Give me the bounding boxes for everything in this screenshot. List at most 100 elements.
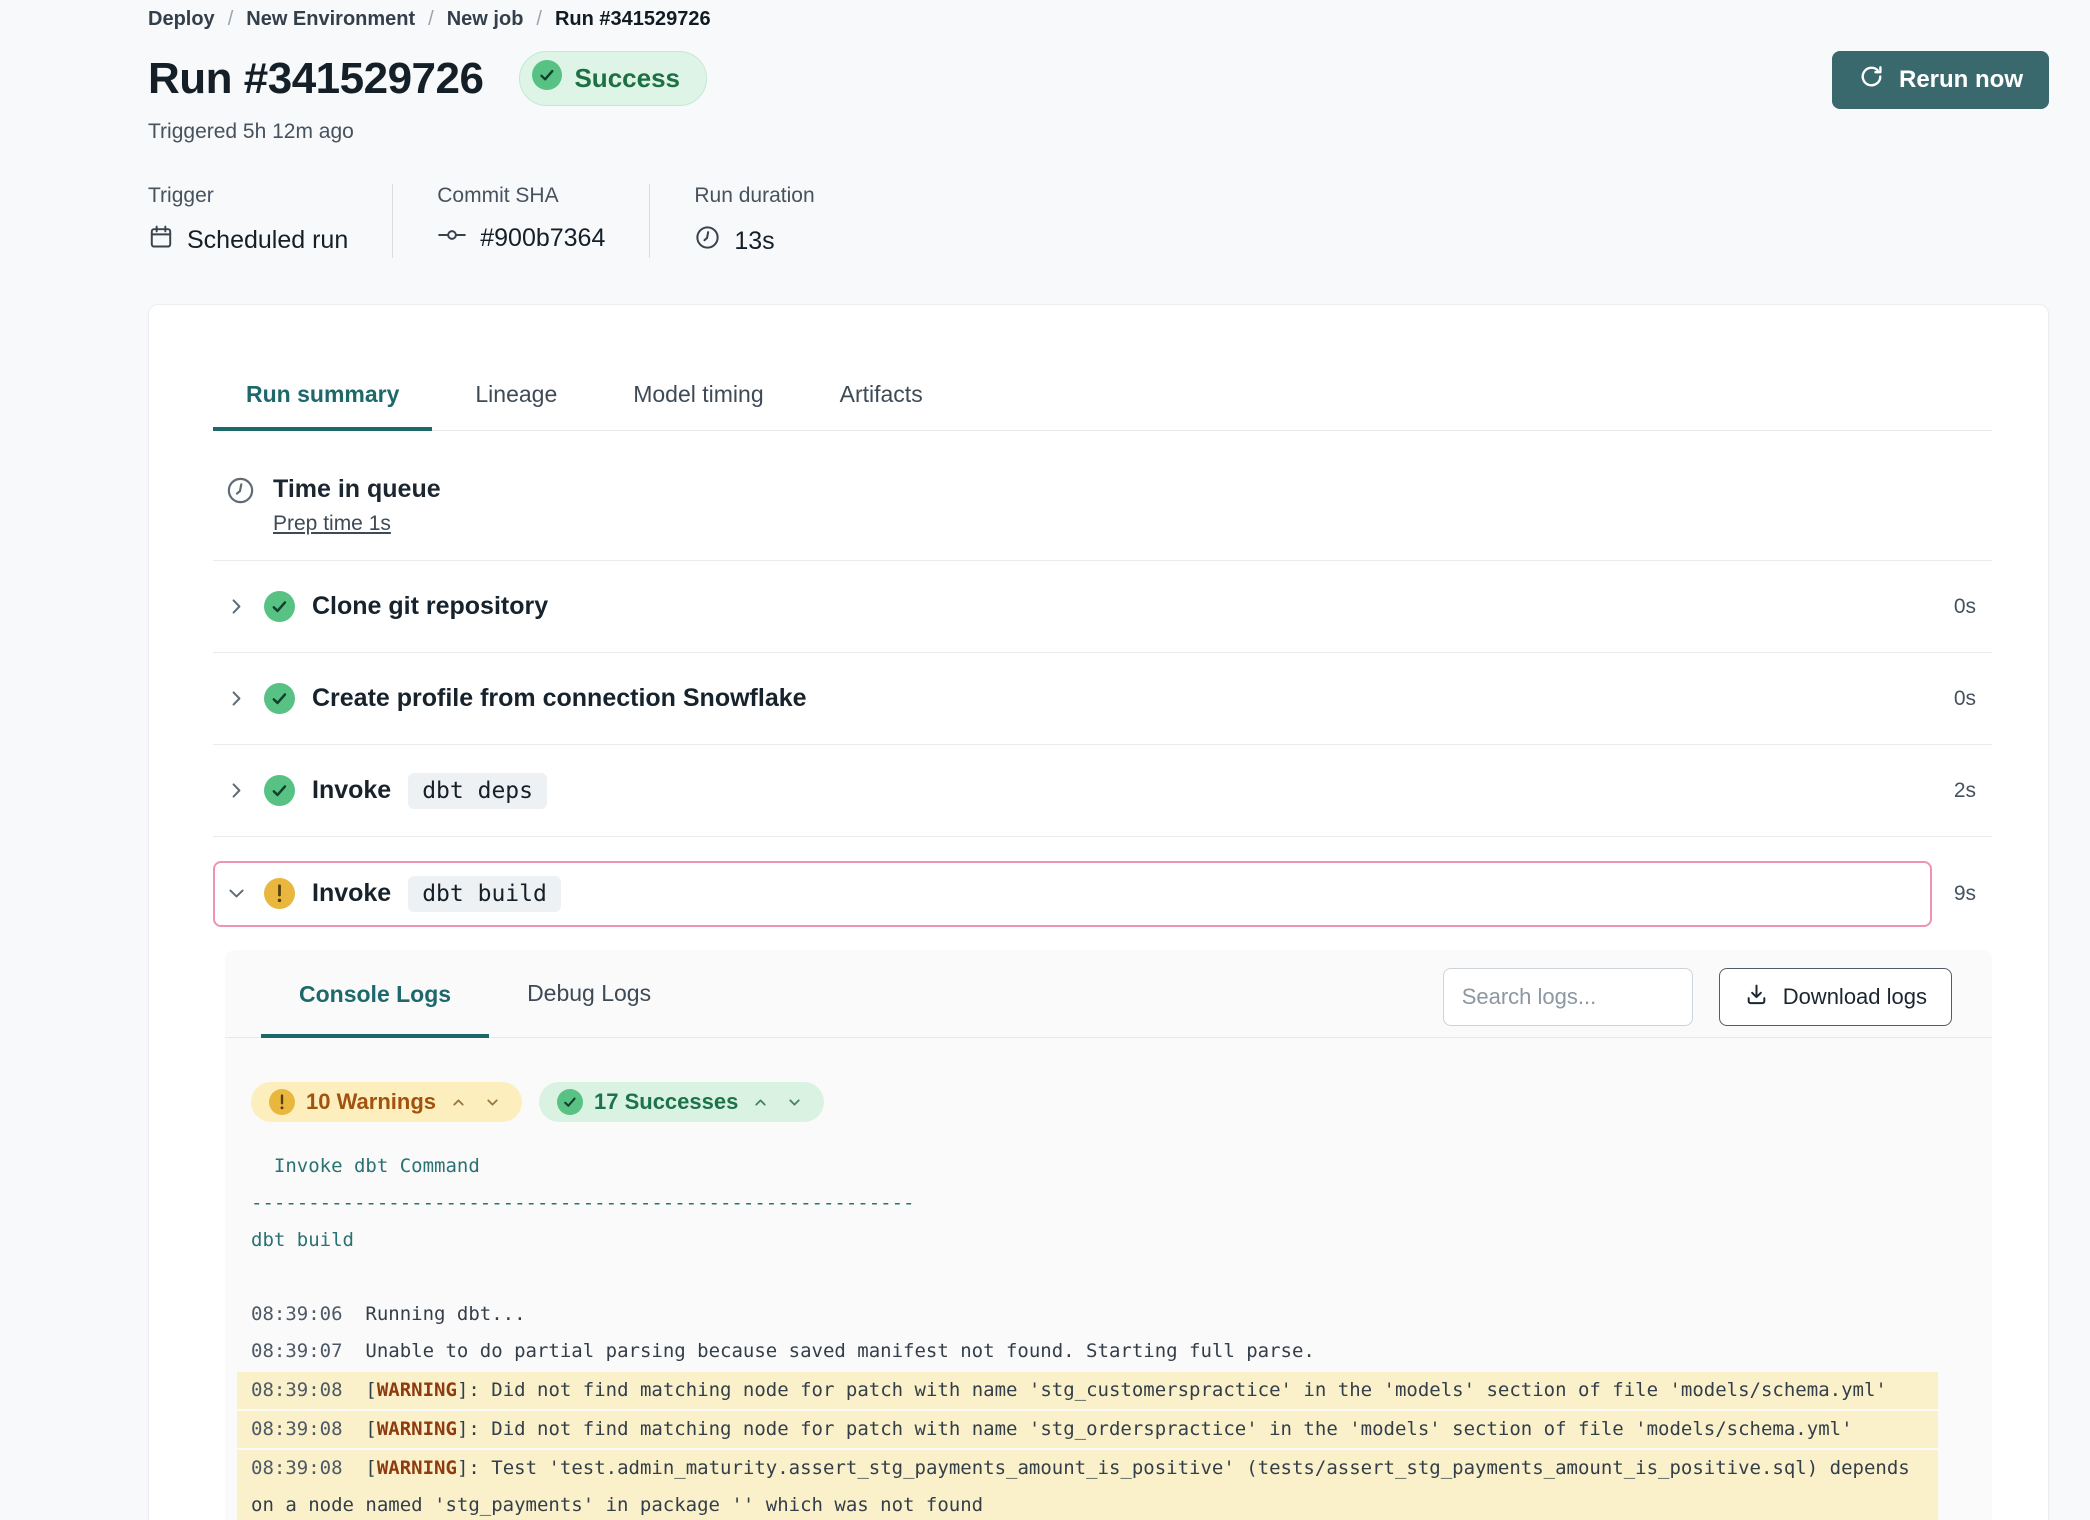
log-line: 08:39:08 [WARNING]: Test 'test.admin_mat… bbox=[237, 1450, 1938, 1520]
step-duration: 9s bbox=[1932, 882, 1992, 906]
step-main: Create profile from connection Snowflake bbox=[225, 683, 1932, 714]
download-logs-button[interactable]: Download logs bbox=[1719, 968, 1952, 1026]
log-timestamp: 08:39:06 bbox=[251, 1303, 343, 1325]
console-panel: Console LogsDebug Logs Download logs bbox=[225, 950, 1992, 1520]
step-duration: 0s bbox=[1932, 687, 1992, 711]
status-badge: Success bbox=[519, 51, 707, 106]
breadcrumb-separator: / bbox=[536, 8, 542, 31]
queue-text: Time in queue Prep time 1s bbox=[273, 475, 441, 536]
log-output: Invoke dbt Command----------------------… bbox=[225, 1148, 1992, 1520]
breadcrumb-separator: / bbox=[228, 8, 234, 31]
step-row-create-profile-from-connection-snowflake[interactable]: Create profile from connection Snowflake… bbox=[213, 652, 1992, 744]
download-icon bbox=[1744, 982, 1769, 1013]
log-line: ----------------------------------------… bbox=[237, 1185, 1938, 1222]
breadcrumb: Deploy/New Environment/New job/Run #3415… bbox=[148, 8, 2049, 31]
breadcrumb-item-new-environment[interactable]: New Environment bbox=[246, 8, 415, 31]
warnings-badge[interactable]: 10 Warnings bbox=[251, 1082, 522, 1122]
page-title: Run #341529726 bbox=[148, 52, 483, 106]
log-line: dbt build bbox=[237, 1222, 1938, 1259]
main-tabs: Run summaryLineageModel timingArtifacts bbox=[213, 305, 1992, 431]
step-command: dbt deps bbox=[408, 773, 547, 809]
step-label: Clone git repository bbox=[312, 592, 548, 621]
meta-label: Commit SHA bbox=[437, 184, 605, 208]
step-row-invoke-dbt-deps[interactable]: Invokedbt deps2s bbox=[213, 744, 1992, 836]
step-label: Invoke bbox=[312, 776, 391, 805]
steps-list: Clone git repository0sCreate profile fro… bbox=[213, 560, 1992, 950]
chevron-up-icon[interactable] bbox=[749, 1094, 772, 1111]
chevron-up-icon[interactable] bbox=[447, 1094, 470, 1111]
console-tabs: Console LogsDebug Logs bbox=[261, 950, 689, 1037]
search-logs-input[interactable] bbox=[1443, 968, 1693, 1026]
meta-commit: Commit SHA #900b7364 bbox=[437, 184, 650, 258]
download-logs-label: Download logs bbox=[1783, 984, 1927, 1010]
chevron-right-icon[interactable] bbox=[225, 688, 247, 709]
meta-value: Scheduled run bbox=[148, 224, 348, 257]
clock-icon bbox=[694, 224, 721, 258]
run-summary-card: Run summaryLineageModel timingArtifacts … bbox=[148, 304, 2049, 1520]
warnings-count: 10 Warnings bbox=[306, 1089, 436, 1115]
log-timestamp: 08:39:08 bbox=[251, 1457, 343, 1479]
tab-lineage[interactable]: Lineage bbox=[442, 381, 590, 430]
step-row-invoke-dbt-build[interactable]: Invoke dbt build 9s bbox=[213, 836, 1992, 950]
step-main: Invoke dbt deps bbox=[225, 773, 1932, 809]
log-timestamp: 08:39:08 bbox=[251, 1418, 343, 1440]
step-label: Invoke bbox=[312, 879, 391, 908]
meta-value: 13s bbox=[694, 224, 814, 258]
run-detail-page: Deploy/New Environment/New job/Run #3415… bbox=[0, 0, 2090, 1520]
warning-icon bbox=[269, 1089, 295, 1115]
rerun-now-label: Rerun now bbox=[1899, 66, 2023, 94]
chevron-right-icon[interactable] bbox=[225, 596, 247, 617]
time-in-queue: Time in queue Prep time 1s bbox=[213, 431, 1992, 560]
tab-artifacts[interactable]: Artifacts bbox=[807, 381, 956, 430]
tab-model-timing[interactable]: Model timing bbox=[600, 381, 796, 430]
success-check-icon bbox=[557, 1089, 583, 1115]
status-badge-label: Success bbox=[574, 63, 680, 94]
chevron-right-icon[interactable] bbox=[225, 780, 247, 801]
step-label: Create profile from connection Snowflake bbox=[312, 684, 807, 713]
rerun-now-button[interactable]: Rerun now bbox=[1832, 51, 2049, 109]
step-row-clone-git-repository[interactable]: Clone git repository 0s bbox=[213, 560, 1992, 652]
prep-time-link[interactable]: Prep time 1s bbox=[273, 512, 391, 536]
meta-label: Run duration bbox=[694, 184, 814, 208]
step-main: Invoke dbt build bbox=[213, 861, 1932, 927]
success-check-icon bbox=[264, 683, 295, 714]
success-check-icon bbox=[264, 775, 295, 806]
warning-icon bbox=[264, 878, 295, 909]
successes-count: 17 Successes bbox=[594, 1089, 738, 1115]
breadcrumb-item-deploy[interactable]: Deploy bbox=[148, 8, 215, 31]
breadcrumb-item-run-341529726: Run #341529726 bbox=[555, 8, 711, 31]
log-line: 08:39:06 Running dbt... bbox=[237, 1296, 1938, 1333]
success-check-icon bbox=[532, 60, 562, 97]
commit-icon bbox=[437, 224, 467, 253]
tab-run-summary[interactable]: Run summary bbox=[213, 381, 432, 431]
header-left: Run #341529726 Success Triggered 5h 12m … bbox=[148, 51, 707, 144]
log-filter-badges: 10 Warnings 17 Successes bbox=[225, 1038, 1992, 1122]
log-timestamp: 08:39:08 bbox=[251, 1379, 343, 1401]
trigger-value: Scheduled run bbox=[187, 226, 348, 255]
page-header: Run #341529726 Success Triggered 5h 12m … bbox=[148, 51, 2049, 144]
console-header: Console LogsDebug Logs Download logs bbox=[225, 950, 1992, 1038]
log-line bbox=[237, 1259, 1938, 1296]
step-main: Clone git repository bbox=[225, 591, 1932, 622]
meta-duration: Run duration 13s bbox=[694, 184, 858, 258]
chevron-down-icon[interactable] bbox=[783, 1094, 806, 1111]
warning-tag: WARNING bbox=[377, 1457, 457, 1479]
log-line: 08:39:07 Unable to do partial parsing be… bbox=[237, 1333, 1938, 1370]
clock-icon bbox=[225, 475, 256, 536]
meta-value: #900b7364 bbox=[437, 224, 605, 253]
breadcrumb-item-new-job[interactable]: New job bbox=[447, 8, 524, 31]
meta-trigger: Trigger Scheduled run bbox=[148, 184, 393, 258]
tab-debug-logs[interactable]: Debug Logs bbox=[489, 980, 689, 1037]
successes-badge[interactable]: 17 Successes bbox=[539, 1082, 824, 1122]
tab-console-logs[interactable]: Console Logs bbox=[261, 981, 489, 1038]
chevron-down-icon[interactable] bbox=[481, 1094, 504, 1111]
success-check-icon bbox=[264, 591, 295, 622]
warning-tag: WARNING bbox=[377, 1379, 457, 1401]
step-command: dbt build bbox=[408, 876, 561, 912]
step-duration: 0s bbox=[1932, 595, 1992, 619]
triggered-text: Triggered 5h 12m ago bbox=[148, 120, 707, 144]
title-row: Run #341529726 Success bbox=[148, 51, 707, 106]
refresh-icon bbox=[1858, 63, 1885, 97]
chevron-down-icon[interactable] bbox=[225, 883, 247, 904]
log-line: 08:39:08 [WARNING]: Did not find matchin… bbox=[237, 1411, 1938, 1448]
